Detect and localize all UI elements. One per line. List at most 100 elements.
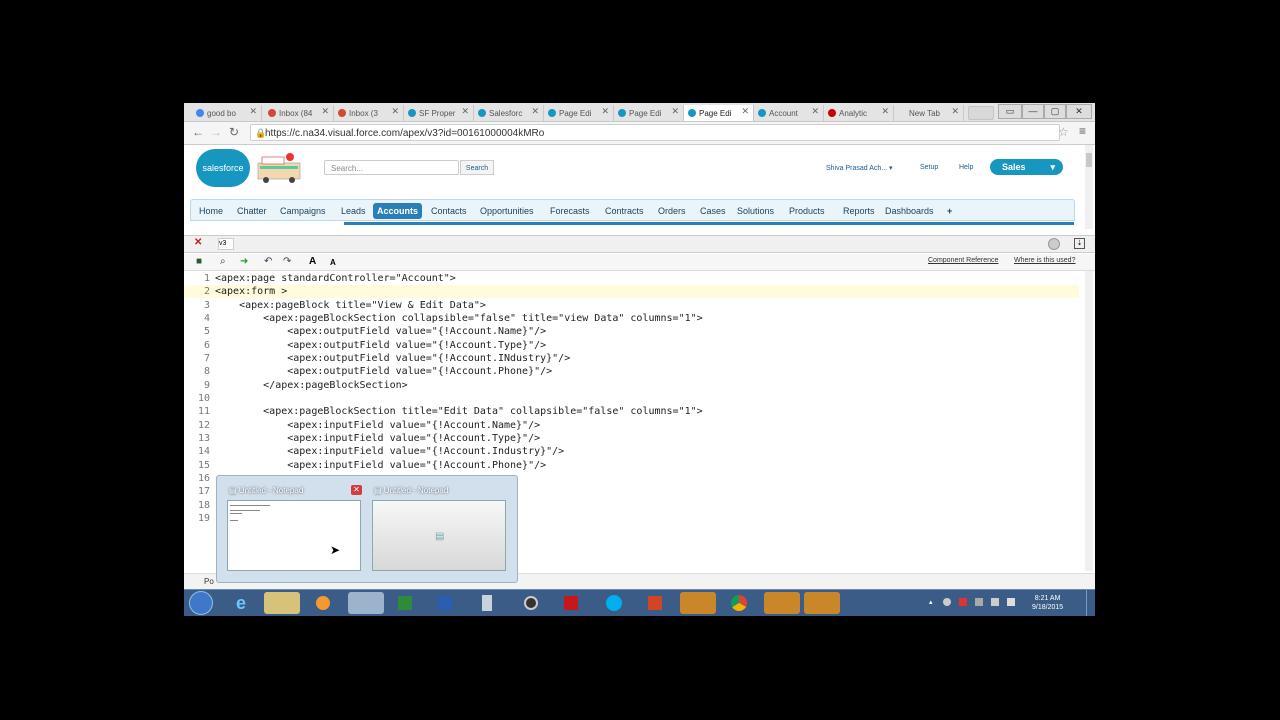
show-desktop-button[interactable] — [1086, 590, 1096, 616]
chrome-icon[interactable] — [722, 592, 758, 614]
search-icon[interactable]: ⌕ — [220, 256, 226, 267]
ie-icon[interactable]: e — [226, 592, 262, 614]
browser-tab-active[interactable]: Page Edi ✕ — [684, 105, 754, 121]
calculator-icon[interactable] — [470, 592, 506, 614]
tray-icon[interactable] — [991, 598, 999, 606]
start-button[interactable] — [189, 591, 213, 615]
app-icon[interactable] — [764, 592, 800, 614]
new-tab-button[interactable] — [968, 106, 994, 120]
font-smaller-icon[interactable]: A — [330, 258, 336, 267]
browser-tab[interactable]: Account ✕ — [754, 105, 824, 121]
editor-scrollbar[interactable] — [1085, 271, 1093, 571]
preview-title-1[interactable]: ▤ Untitled - Notepad — [229, 486, 303, 495]
tab-cases[interactable]: Cases — [696, 203, 730, 219]
app-icon[interactable] — [804, 592, 840, 614]
user-menu[interactable]: Shiva Prasad Ach... ▾ — [826, 164, 893, 172]
user-icon[interactable]: ▭ — [998, 104, 1022, 119]
browser-tab[interactable]: SF Proper ✕ — [404, 105, 474, 121]
acrobat-icon[interactable] — [554, 592, 590, 614]
search-button[interactable]: Search — [460, 160, 494, 175]
tab-reports[interactable]: Reports — [839, 203, 879, 219]
tab-leads[interactable]: Leads — [337, 203, 370, 219]
browser-tab[interactable]: Inbox (84 ✕ — [264, 105, 334, 121]
tab-campaigns[interactable]: Campaigns — [276, 203, 330, 219]
close-icon[interactable]: ✕ — [194, 237, 202, 248]
word-icon[interactable] — [428, 592, 464, 614]
close-icon[interactable]: ✕ — [671, 106, 679, 117]
close-icon[interactable]: ✕ — [601, 106, 609, 117]
chevron-up-icon[interactable]: ▴ — [929, 598, 933, 606]
notepad-icon[interactable] — [348, 592, 384, 614]
tab-orders[interactable]: Orders — [654, 203, 690, 219]
tab-add[interactable]: + — [943, 203, 956, 219]
tab-dashboards[interactable]: Dashboards — [881, 203, 938, 219]
skype-icon[interactable] — [596, 592, 632, 614]
save-icon[interactable]: ■ — [196, 256, 202, 267]
close-icon[interactable]: ✕ — [951, 106, 959, 117]
tab-home[interactable]: Home — [195, 203, 227, 219]
media-player-icon[interactable] — [306, 592, 342, 614]
where-used-link[interactable]: Where is this used? — [1014, 257, 1075, 264]
reload-icon[interactable]: ↻ — [229, 125, 239, 139]
tab-products[interactable]: Products — [785, 203, 829, 219]
forward-icon[interactable]: → — [210, 125, 222, 139]
menu-icon[interactable]: ≡ — [1079, 124, 1086, 138]
browser-tab[interactable]: Page Edi ✕ — [614, 105, 684, 121]
network-icon[interactable] — [975, 598, 983, 606]
tab-accounts[interactable]: Accounts — [373, 203, 423, 219]
tab-opportunities[interactable]: Opportunities — [476, 203, 538, 219]
tray-icon[interactable] — [959, 598, 967, 606]
app-icon[interactable] — [680, 592, 716, 614]
close-icon[interactable]: ✕ — [391, 106, 399, 117]
close-window-button[interactable]: ✕ — [1066, 104, 1092, 119]
close-icon[interactable]: ✕ — [461, 106, 469, 117]
url-field[interactable]: 🔒 https://c.na34.visual.force.com/apex/v… — [250, 124, 1060, 141]
font-larger-icon[interactable]: A — [309, 256, 316, 267]
preview-thumbnail-2[interactable]: ▤ — [372, 500, 506, 571]
go-icon[interactable]: ➜ — [240, 256, 248, 267]
undo-icon[interactable]: ↶ — [264, 256, 272, 267]
close-icon[interactable]: ✕ — [321, 106, 329, 117]
setup-link[interactable]: Setup — [920, 164, 938, 171]
browser-tab[interactable]: Page Edi ✕ — [544, 105, 614, 121]
salesforce-logo[interactable]: salesforce — [196, 149, 250, 187]
page-name[interactable]: v3 — [218, 238, 234, 250]
maximize-button[interactable]: ▢ — [1044, 104, 1066, 119]
close-icon[interactable]: ✕ — [881, 106, 889, 117]
browser-tab[interactable]: Inbox (3 ✕ — [334, 105, 404, 121]
tab-contracts[interactable]: Contracts — [601, 203, 648, 219]
excel-icon[interactable] — [388, 592, 424, 614]
close-icon[interactable]: ✕ — [351, 485, 362, 495]
page-scrollbar[interactable] — [1085, 145, 1093, 229]
search-input[interactable]: Search... — [324, 160, 459, 175]
redo-icon[interactable]: ↷ — [283, 256, 291, 267]
scroll-thumb[interactable] — [1086, 153, 1092, 167]
star-icon[interactable]: ☆ — [1058, 125, 1069, 139]
browser-tab[interactable]: Analytic ✕ — [824, 105, 894, 121]
tab-contacts[interactable]: Contacts — [427, 203, 471, 219]
browser-tab[interactable]: good bo ✕ — [192, 105, 262, 121]
clock[interactable]: 8:21 AM 9/18/2015 — [1032, 594, 1063, 612]
help-link[interactable]: Help — [959, 164, 973, 171]
powerpoint-icon[interactable] — [638, 592, 674, 614]
close-icon[interactable]: ✕ — [531, 106, 539, 117]
preview-thumbnail-1[interactable] — [227, 500, 361, 571]
tab-forecasts[interactable]: Forecasts — [546, 203, 594, 219]
close-icon[interactable]: ✕ — [741, 106, 749, 117]
preview-title-2[interactable]: ▤ Untitled - Notepad — [374, 486, 448, 495]
back-icon[interactable]: ← — [192, 125, 204, 139]
close-icon[interactable]: ✕ — [811, 106, 819, 117]
tray-icon[interactable] — [943, 598, 951, 606]
tab-solutions[interactable]: Solutions — [733, 203, 778, 219]
component-reference-link[interactable]: Component Reference — [928, 257, 998, 264]
tab-chatter[interactable]: Chatter — [233, 203, 271, 219]
app-switcher[interactable]: Sales ▾ — [990, 159, 1063, 175]
explorer-icon[interactable] — [264, 592, 300, 614]
recorder-icon[interactable] — [514, 592, 550, 614]
close-icon[interactable]: ✕ — [249, 106, 257, 117]
system-tray[interactable]: ▴ — [929, 598, 1019, 608]
browser-tab[interactable]: New Tab ✕ — [894, 105, 964, 121]
minimize-button[interactable]: — — [1022, 104, 1044, 119]
expand-icon[interactable]: ⇣ — [1074, 238, 1085, 249]
info-icon[interactable] — [1048, 238, 1060, 250]
